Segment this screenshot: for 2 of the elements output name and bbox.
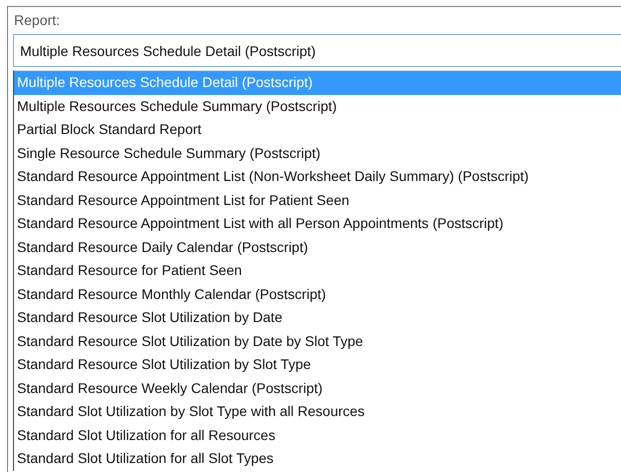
report-label: Report: xyxy=(13,11,60,30)
report-select-field[interactable]: Multiple Resources Schedule Detail (Postscript) xyxy=(13,34,621,67)
